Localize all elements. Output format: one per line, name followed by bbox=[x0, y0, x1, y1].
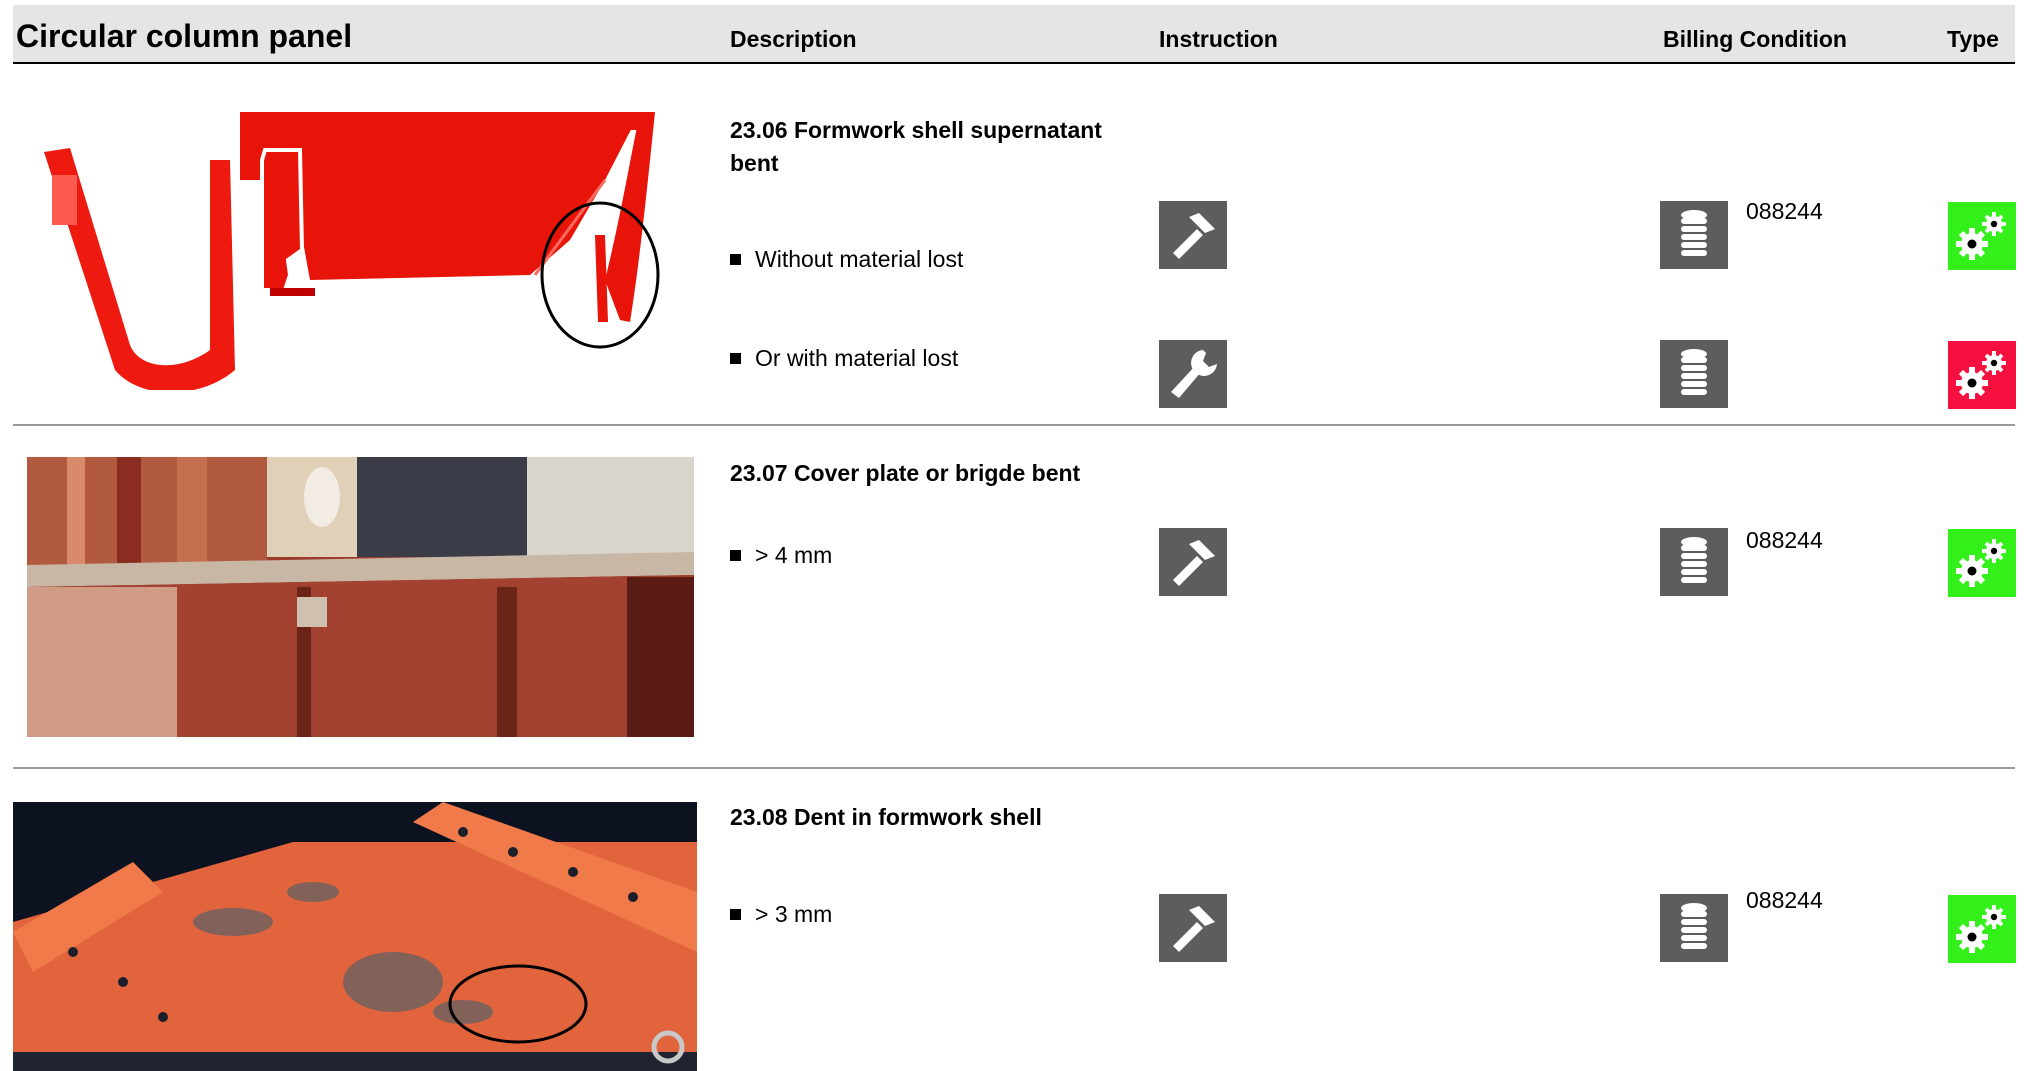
list-item: > 3 mm bbox=[730, 900, 832, 928]
list-item: Or with material lost bbox=[730, 344, 958, 372]
hammer-icon bbox=[1159, 201, 1227, 269]
item-text: Or with material lost bbox=[755, 345, 959, 371]
hammer-icon bbox=[1159, 894, 1227, 962]
formwork-shell-diagram bbox=[30, 100, 690, 390]
item-text: > 4 mm bbox=[755, 542, 833, 568]
column-header-billing: Billing Condition bbox=[1663, 26, 1847, 52]
item-text: > 3 mm bbox=[755, 901, 833, 927]
gears-icon bbox=[1948, 202, 2016, 270]
billing-code: 088244 bbox=[1746, 887, 1823, 913]
billing-code: 088244 bbox=[1746, 198, 1823, 224]
damage-title-23-08: 23.08 Dent in formwork shell bbox=[730, 804, 1042, 830]
bullet-marker bbox=[730, 353, 741, 364]
bullet-marker bbox=[730, 254, 741, 265]
bullet-marker bbox=[730, 550, 741, 561]
column-header-instruction: Instruction bbox=[1159, 26, 1278, 52]
list-item: > 4 mm bbox=[730, 541, 832, 569]
table-header: Circular column panel Description Instru… bbox=[13, 5, 2015, 64]
wrench-icon bbox=[1159, 340, 1227, 408]
list-item: Without material lost bbox=[730, 245, 963, 273]
item-text: Without material lost bbox=[755, 246, 964, 272]
dent-photo bbox=[13, 802, 697, 1071]
gears-icon bbox=[1948, 895, 2016, 963]
coins-icon bbox=[1660, 528, 1728, 596]
hammer-icon bbox=[1159, 528, 1227, 596]
coins-icon bbox=[1660, 340, 1728, 408]
coins-icon bbox=[1660, 201, 1728, 269]
damage-title-23-07: 23.07 Cover plate or brigde bent bbox=[730, 460, 1081, 486]
page-title: Circular column panel bbox=[16, 18, 353, 54]
column-header-description: Description bbox=[730, 26, 857, 52]
cover-plate-photo bbox=[27, 457, 694, 737]
row-divider bbox=[13, 767, 2015, 769]
gears-icon bbox=[1948, 341, 2016, 409]
coins-icon bbox=[1660, 894, 1728, 962]
row-divider bbox=[13, 424, 2015, 426]
gears-icon bbox=[1948, 529, 2016, 597]
billing-code: 088244 bbox=[1746, 527, 1823, 553]
damage-title-23-06: 23.06 Formwork shell supernatant bent bbox=[730, 117, 1102, 176]
bullet-marker bbox=[730, 909, 741, 920]
column-header-type: Type bbox=[1947, 26, 1999, 52]
